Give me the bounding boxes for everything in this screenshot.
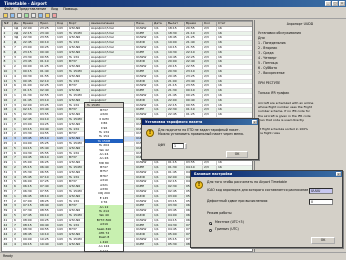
exit-icon[interactable] xyxy=(52,12,57,18)
warning-icon: ! xyxy=(146,129,154,137)
print-icon[interactable] xyxy=(17,12,22,18)
base-settings-title: Базовые настройки xyxy=(191,171,342,177)
offset-field[interactable]: 0 xyxy=(309,199,333,205)
utc-time-radio[interactable] xyxy=(209,229,212,232)
local-time-label: Местное (UTC+3) xyxy=(215,220,244,224)
tariff-field[interactable]: 1 xyxy=(172,143,184,149)
close-button[interactable]: × xyxy=(339,1,345,6)
window-title: Timetable - Airport xyxy=(0,0,346,7)
help-icon[interactable] xyxy=(45,12,50,18)
minimize-button[interactable]: _ xyxy=(325,1,331,6)
aircraft-dropdown-list[interactable]: Tu 154M B737 A320 Il 62M Il 86 Il 96 Tu 134 Tu… xyxy=(84,102,124,252)
close-icon[interactable]: × xyxy=(252,120,257,124)
filter-icon[interactable] xyxy=(24,12,29,18)
table-cell: 4 xyxy=(12,242,22,248)
tariff-dialog-text2: Можно установить правильный пакет через … xyxy=(158,132,244,136)
window-controls: _ □ × xyxy=(325,1,345,6)
base-settings-text1: Для того чтобы рассчитать по Airport Tim… xyxy=(207,180,287,184)
tariff-ok-button[interactable]: OK xyxy=(226,151,248,158)
tariff-field-label: ЦФУ xyxy=(158,143,166,147)
table-cell: 143 xyxy=(55,242,68,248)
local-time-radio[interactable] xyxy=(209,222,212,225)
table-cell: 46 xyxy=(2,242,13,248)
base-settings-text4: Режим работы xyxy=(207,211,232,215)
panel-note-line: the flight rules xyxy=(258,131,280,136)
table-cell: 05:30 xyxy=(166,242,185,248)
warning-icon: ! xyxy=(195,181,203,189)
base-settings-ok-button[interactable]: OK xyxy=(311,237,335,244)
base-settings-text2: ICAO код аэропорта для которого составля… xyxy=(207,188,309,192)
tariff-dialog-title: Установка тарифного пакета xyxy=(142,119,258,125)
utc-time-label: Гринвич (UTC) xyxy=(215,227,239,231)
save-icon[interactable] xyxy=(10,12,15,18)
maximize-button[interactable]: □ xyxy=(332,1,338,6)
chart-icon[interactable] xyxy=(38,12,43,18)
table-cell: UUEE xyxy=(134,242,153,248)
search-icon[interactable] xyxy=(31,12,36,18)
base-settings-dialog: Базовые настройки × ! Для того чтобы рас… xyxy=(190,170,343,248)
base-settings-text3: Дефолтный сдвиг при вычислениях xyxy=(207,199,268,203)
icao-code-field[interactable]: UUUU xyxy=(309,188,333,194)
close-icon[interactable]: × xyxy=(336,172,341,176)
table-cell: 10:40 xyxy=(38,242,56,248)
airport-heading: Аэропорт UUDD xyxy=(286,22,314,26)
table-cell: 1/1 xyxy=(152,242,167,248)
open-icon[interactable] xyxy=(3,12,8,18)
status-bar: Ready xyxy=(0,252,346,260)
tariff-spin-icon[interactable] xyxy=(184,143,187,149)
tariff-dialog: Установка тарифного пакета × ! Для подсч… xyxy=(141,118,259,160)
table-cell: 09:15 xyxy=(21,242,39,248)
toolbar xyxy=(0,12,346,19)
